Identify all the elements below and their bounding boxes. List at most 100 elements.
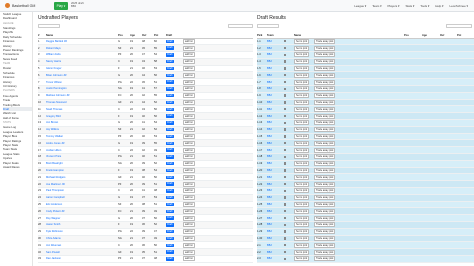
set-to-pick-button[interactable]: Set to pick (294, 229, 310, 235)
select-checkbox[interactable] (284, 182, 287, 186)
select-checkbox[interactable] (284, 40, 287, 43)
team-abbrev-link[interactable]: BBJ (267, 92, 284, 100)
add-list-button[interactable]: add list (183, 127, 195, 133)
set-to-pick-button[interactable]: Set to pick (294, 120, 310, 126)
select-checkbox[interactable] (284, 216, 287, 220)
select-checkbox[interactable] (284, 223, 287, 226)
select-checkbox[interactable] (284, 80, 287, 84)
team-abbrev-link[interactable]: BBJ (267, 201, 284, 209)
draft-button[interactable]: Draft (166, 73, 174, 78)
draft-button[interactable]: Draft (166, 223, 174, 227)
select-checkbox[interactable] (284, 73, 287, 77)
set-to-pick-button[interactable]: Set to pick (294, 106, 310, 112)
draft-button[interactable]: Draft (166, 196, 174, 200)
team-abbrev-link[interactable]: BBJ (267, 38, 284, 46)
player-name-link[interactable]: Dan Jackson (46, 255, 118, 263)
trade-away-pick-button[interactable]: Trade away pick (314, 106, 336, 112)
set-to-pick-button[interactable]: Set to pick (294, 38, 310, 44)
player-name-link[interactable]: Jay Wilkins (46, 126, 118, 134)
trade-away-pick-button[interactable]: Trade away pick (314, 93, 336, 99)
add-list-button[interactable]: add list (183, 202, 195, 207)
trade-away-pick-button[interactable]: Trade away pick (314, 147, 336, 153)
team-abbrev-link[interactable]: BBJ (267, 133, 284, 141)
draft-button[interactable]: Draft (166, 94, 174, 98)
player-name-link[interactable]: Gregory Bird (46, 112, 118, 121)
team-abbrev-link[interactable]: BBJ (267, 221, 284, 229)
select-checkbox[interactable] (284, 46, 287, 50)
player-name-link[interactable]: Thomas Norwood (46, 99, 118, 107)
team-abbrev-link[interactable]: BBJ (267, 173, 284, 182)
set-to-pick-button[interactable]: Set to pick (294, 93, 310, 99)
team-abbrev-link[interactable]: BBJ (267, 139, 284, 148)
set-to-pick-button[interactable]: Set to pick (294, 202, 310, 207)
player-name-link[interactable]: Noah Thomas (46, 105, 118, 114)
select-checkbox[interactable] (284, 175, 287, 179)
add-list-button[interactable]: add list (183, 161, 195, 167)
player-name-link[interactable]: Brian Johnson JR (46, 71, 118, 80)
draft-button[interactable]: Draft (166, 230, 174, 234)
trade-away-pick-button[interactable]: Trade away pick (314, 188, 336, 194)
add-list-button[interactable]: add list (183, 188, 195, 194)
player-name-link[interactable]: Reggie Bartlett JR (46, 38, 118, 46)
set-to-pick-button[interactable]: Set to pick (294, 161, 310, 167)
trade-away-pick-button[interactable]: Trade away pick (314, 86, 336, 92)
player-name-link[interactable]: Aaron Campbell (46, 194, 118, 202)
set-to-pick-button[interactable]: Set to pick (294, 154, 310, 160)
player-name-link[interactable]: Trevor Wilson (46, 78, 118, 87)
add-list-button[interactable]: add list (183, 174, 195, 180)
add-list-button[interactable]: add list (183, 154, 195, 160)
player-name-link[interactable]: Eric Anderson (46, 201, 118, 209)
add-list-button[interactable]: add list (183, 113, 195, 119)
set-to-pick-button[interactable]: Set to pick (294, 113, 310, 119)
add-list-button[interactable]: add list (183, 66, 195, 72)
draft-button[interactable]: Draft (166, 250, 174, 254)
trade-away-pick-button[interactable]: Trade away pick (314, 127, 336, 133)
player-name-link[interactable]: Roy Wagner (46, 214, 118, 223)
player-name-link[interactable]: Sam Powell (46, 248, 118, 256)
add-list-button[interactable]: add list (183, 86, 195, 92)
trade-away-pick-button[interactable]: Trade away pick (314, 181, 336, 187)
add-list-button[interactable]: add list (183, 45, 195, 51)
draft-button[interactable]: Draft (166, 236, 174, 241)
select-checkbox[interactable] (284, 87, 287, 90)
team-abbrev-link[interactable]: BBJ (267, 78, 284, 87)
add-list-button[interactable]: add list (183, 215, 195, 221)
team-abbrev-link[interactable]: BBJ (267, 71, 284, 80)
trade-away-pick-button[interactable]: Trade away pick (314, 38, 336, 44)
select-checkbox[interactable] (284, 94, 287, 97)
menu-item[interactable]: Players ▾ (388, 4, 400, 8)
select-checkbox[interactable] (284, 121, 287, 124)
select-checkbox[interactable] (284, 209, 287, 213)
draft-button[interactable]: Draft (166, 243, 174, 247)
add-list-button[interactable]: add list (183, 120, 195, 126)
add-list-button[interactable]: add list (183, 106, 195, 112)
trade-away-pick-button[interactable]: Trade away pick (314, 195, 336, 201)
team-abbrev-link[interactable]: BBJ (267, 187, 284, 195)
set-to-pick-button[interactable]: Set to pick (294, 188, 310, 194)
trade-away-pick-button[interactable]: Trade away pick (314, 45, 336, 51)
set-to-pick-button[interactable]: Set to pick (294, 208, 310, 214)
add-list-button[interactable]: add list (183, 236, 195, 241)
team-abbrev-link[interactable]: BBJ (267, 105, 284, 114)
player-name-link[interactable]: Michael Rodgers (46, 173, 118, 182)
player-name-link[interactable]: Frank Hampton (46, 167, 118, 175)
menu-item[interactable]: LeonSchnee ▾ (450, 4, 469, 8)
trade-away-pick-button[interactable]: Trade away pick (314, 222, 336, 228)
set-to-pick-button[interactable]: Set to pick (294, 66, 310, 72)
draft-button[interactable]: Draft (166, 168, 174, 173)
player-name-link[interactable]: Paul Thompson (46, 187, 118, 195)
player-name-link[interactable]: William Felts (46, 51, 118, 59)
menu-item[interactable]: Help ▾ (435, 4, 443, 8)
set-to-pick-button[interactable]: Set to pick (294, 249, 310, 255)
add-list-button[interactable]: add list (183, 52, 195, 58)
team-abbrev-link[interactable]: BBJ (267, 112, 284, 121)
add-list-button[interactable]: add list (183, 100, 195, 105)
trade-away-pick-button[interactable]: Trade away pick (314, 72, 336, 78)
draft-button[interactable]: Draft (166, 189, 174, 193)
draft-button[interactable]: Draft (166, 182, 174, 186)
player-name-link[interactable]: Jon Brown (46, 119, 118, 127)
player-name-link[interactable]: Cody Pickett JR (46, 207, 118, 216)
team-abbrev-link[interactable]: BBJ (267, 58, 284, 66)
add-list-button[interactable]: add list (183, 195, 195, 201)
draft-button[interactable]: Draft (166, 202, 174, 207)
